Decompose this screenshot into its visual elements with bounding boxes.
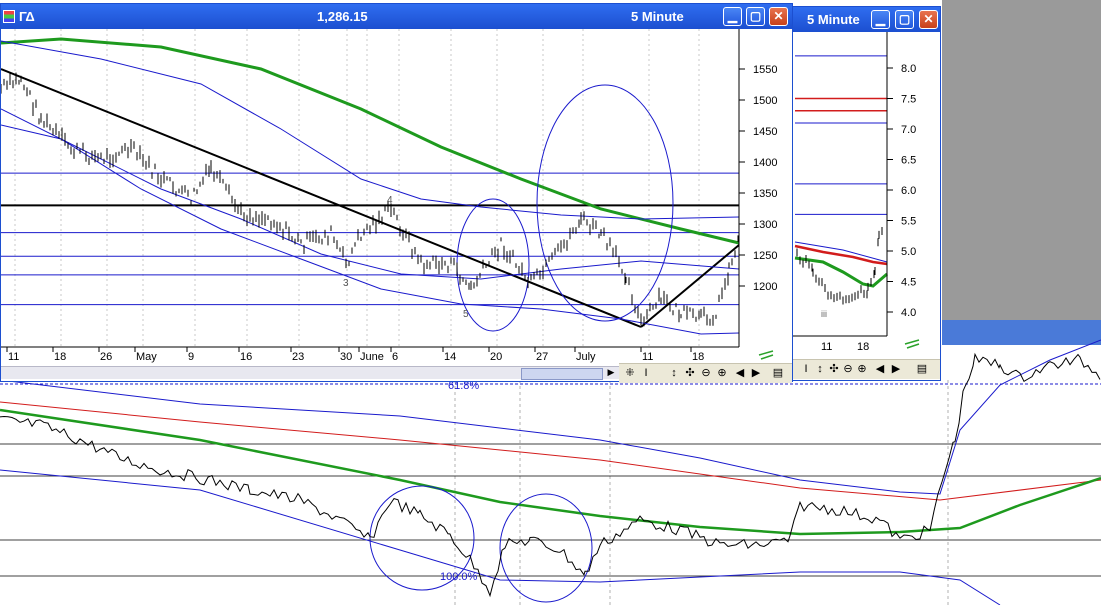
date-tick-label: 27 [536,351,548,363]
date-tick-label: 30 [340,351,352,363]
close-button[interactable]: ✕ [769,7,788,26]
pan-icon[interactable]: ✣ [827,362,841,376]
zoom-in-icon[interactable]: ⊕ [855,362,869,376]
date-tick-label: 9 [188,351,194,363]
date-tick-label: July [576,351,596,363]
close-button[interactable]: ✕ [919,10,938,29]
date-tick-label: 11 [8,351,19,363]
lower-envelope-lower [0,469,1001,605]
zoom-out-icon[interactable]: ⊖ [841,362,855,376]
cycle-circle [499,493,593,603]
wave-label-3: 3 [343,278,349,289]
main-chart-window[interactable]: ΓΔ 1,286.15 5 Minute ▁ ▢ ✕ 4 3 5 1550 1500 14… [0,3,793,383]
value-tick-label: 7.0 [901,124,916,136]
moving-average-green [1,37,740,245]
price-tick-label: 1500 [753,95,777,107]
horizontal-scrollbar[interactable]: ▶ [1,366,619,380]
maximize-button[interactable]: ▢ [895,10,914,29]
cursor-icon[interactable]: I [799,362,813,376]
date-tick-label: 14 [444,351,456,363]
price-tick-label: 1350 [753,188,777,200]
trendline-down [1,68,642,328]
scroll-right-icon[interactable]: ▶ [749,366,763,380]
date-tick-label: 6 [392,351,398,363]
panel-icon[interactable]: ▤ [771,366,785,380]
date-tick-label: 11 [642,351,653,363]
symbol-label: ΓΔ [19,9,35,24]
date-tick-label: 18 [857,341,869,352]
value-tick-label: 7.5 [901,94,916,106]
date-tick-label: 20 [490,351,502,363]
price-tick-label: 1400 [753,157,777,169]
date-tick-label: 18 [54,351,66,363]
move-vertical-icon[interactable]: ↕ [813,362,827,376]
value-tick-label: 4.5 [901,277,916,289]
second-window-toolbar: I ↕ ✣ ⊖ ⊕ ◀ ▶ ▤ [783,359,940,379]
move-vertical-icon[interactable]: ↕ [667,366,681,380]
value-tick-label: 5.0 [901,246,916,258]
main-window-titlebar[interactable]: ΓΔ 1,286.15 5 Minute ▁ ▢ ✕ [1,4,792,29]
main-chart-plot: 4 3 5 1550 1500 1450 1400 1350 1300 1250 1200 11 18 2… [1,29,792,366]
price-label: 1,286.15 [317,9,368,24]
value-tick-label: 4.0 [901,307,916,319]
price-tick-label: 1450 [753,126,777,138]
second-chart-plot: iii 8.0 7.5 7.0 6.5 6.0 5.5 5.0 4.5 4.0 11 18 [783,32,920,352]
minimize-button[interactable]: ▁ [723,7,742,26]
zoom-in-icon[interactable]: ⊕ [715,366,729,380]
lower-grid [0,380,1101,605]
value-tick-label: 5.5 [901,216,916,228]
zoom-out-icon[interactable]: ⊖ [699,366,713,380]
crosshair-icon[interactable]: ⁜ [623,366,637,380]
value-tick-label: 6.0 [901,185,916,197]
value-tick-label: 8.0 [901,63,916,75]
main-window-toolbar: ⁜ I ↕ ✣ ⊖ ⊕ ◀ ▶ ▤ [619,363,792,383]
interval-label: 5 Minute [631,9,684,24]
trendline-up [640,244,740,328]
scroll-left-icon[interactable]: ◀ [733,366,747,380]
upper-envelope [1,40,740,220]
date-tick-label: 11 [821,341,832,352]
scroll-left-icon[interactable]: ◀ [873,362,887,376]
scroll-right-arrow[interactable]: ▶ [605,367,617,378]
wave-label-5: 5 [463,309,469,320]
chart-icon [3,10,15,23]
second-chart-window[interactable]: 5 Minute ▁ ▢ ✕ iii 8.0 7.5 7.0 6.5 6.0 5.5 5.0 4… [782,6,941,381]
lower-oscillator-line [0,352,1101,598]
second-window-interval: 5 Minute [807,12,860,27]
wave-label-iii: iii [821,309,827,319]
pan-icon[interactable]: ✣ [683,366,697,380]
maximize-button[interactable]: ▢ [746,7,765,26]
date-tick-label: May [136,351,157,363]
scrollbar-thumb[interactable] [521,368,603,380]
cycle-ellipse [536,84,674,322]
indicator-flag-icon [904,339,920,349]
minimize-button[interactable]: ▁ [871,10,890,29]
second-window-titlebar[interactable]: 5 Minute ▁ ▢ ✕ [783,7,940,32]
panel-icon[interactable]: ▤ [915,362,929,376]
fib-label-100: 100.0% [440,571,478,583]
price-tick-label: 1550 [753,64,777,76]
value-tick-label: 6.5 [901,155,916,167]
cursor-icon[interactable]: I [639,366,653,380]
middle-envelope [1,108,740,280]
lower-ma-red [0,401,1101,501]
price-tick-label: 1250 [753,250,777,262]
date-tick-label: 26 [100,351,112,363]
date-tick-label: 23 [292,351,304,363]
date-tick-label: 16 [240,351,252,363]
price-tick-label: 1300 [753,219,777,231]
date-tick-label: 18 [692,351,704,363]
date-tick-label: June [360,351,384,363]
price-tick-label: 1200 [753,281,777,293]
wave-label-4: 4 [387,195,393,206]
scroll-right-icon[interactable]: ▶ [889,362,903,376]
